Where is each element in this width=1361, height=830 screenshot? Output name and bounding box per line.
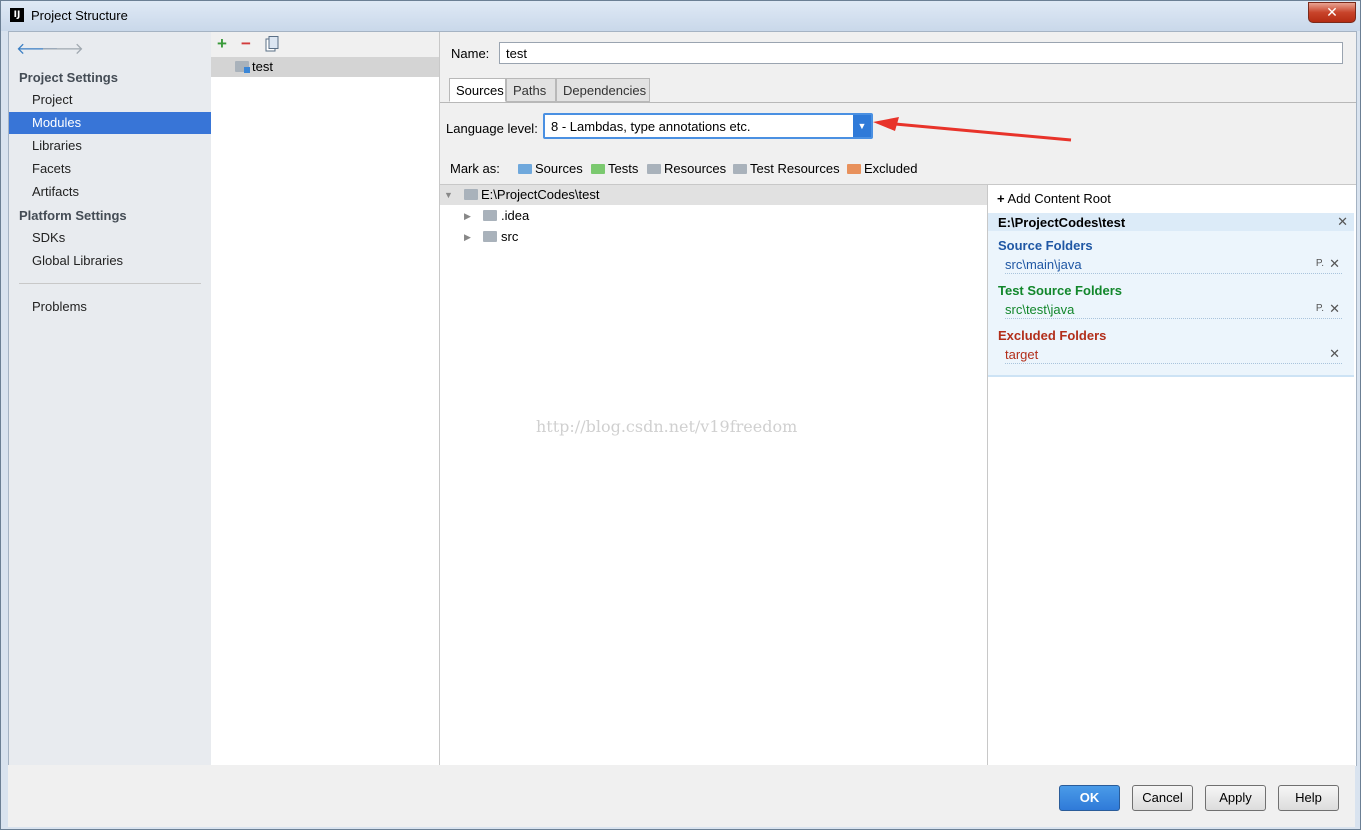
apply-button[interactable]: Apply (1205, 785, 1266, 811)
properties-icon[interactable]: P. (1316, 303, 1324, 314)
collapsed-arrow-icon[interactable]: ▶ (464, 227, 476, 247)
add-module-icon[interactable]: + (217, 34, 227, 54)
project-settings-header: Project Settings (19, 70, 118, 85)
mark-as-test-resources[interactable]: Test Resources (733, 161, 840, 176)
add-content-root-label: Add Content Root (1007, 191, 1111, 206)
help-button[interactable]: Help (1278, 785, 1339, 811)
mark-as-excluded-label: Excluded (864, 161, 918, 176)
content-root-path: E:\ProjectCodes\test (998, 215, 1126, 230)
module-settings-panel: Name: test Sources Paths Dependencies La… (440, 32, 1356, 766)
sidebar-item-project[interactable]: Project (9, 89, 211, 111)
dialog-content: 🡐 🡒 Project Settings Project Modules Lib… (8, 31, 1357, 766)
sources-folder-icon (518, 164, 532, 174)
sidebar-item-facets[interactable]: Facets (9, 158, 211, 180)
module-list-toolbar: + − (211, 32, 439, 57)
test-source-folder-path: src\test\java (1005, 302, 1075, 317)
chevron-down-icon[interactable]: ▼ (853, 115, 871, 137)
tab-paths[interactable]: Paths (506, 78, 556, 102)
dialog-footer: OK Cancel Apply Help (8, 765, 1355, 827)
source-folder-path: src\main\java (1005, 257, 1082, 272)
intellij-app-icon: IJ (10, 8, 24, 22)
tree-row-root[interactable]: ▼ E:\ProjectCodes\test (440, 185, 987, 205)
folder-icon (483, 231, 497, 242)
remove-excluded-folder-icon[interactable]: ✕ (1329, 346, 1340, 362)
expanded-arrow-icon[interactable]: ▼ (444, 185, 456, 205)
content-root-box: E:\ProjectCodes\test ✕ Source Folders sr… (988, 213, 1354, 377)
sidebar-item-problems[interactable]: Problems (9, 296, 211, 318)
module-folder-icon (235, 61, 250, 73)
project-structure-window: IJ Project Structure ✕ 🡐 🡒 Project Setti… (0, 0, 1361, 830)
source-folder-item[interactable]: src\main\java P. ✕ (1005, 256, 1342, 274)
tests-folder-icon (591, 164, 605, 174)
mark-as-tests[interactable]: Tests (591, 161, 638, 176)
remove-module-icon[interactable]: − (241, 34, 251, 54)
sidebar-item-libraries[interactable]: Libraries (9, 135, 211, 157)
test-source-folder-item[interactable]: src\test\java P. ✕ (1005, 301, 1342, 319)
ok-button[interactable]: OK (1059, 785, 1120, 811)
module-item-label: test (252, 59, 273, 74)
tree-row-idea[interactable]: ▶ .idea (440, 206, 987, 226)
sidebar-divider (19, 283, 201, 284)
sidebar-item-artifacts[interactable]: Artifacts (9, 181, 211, 203)
resources-folder-icon (647, 164, 661, 174)
tree-row-src[interactable]: ▶ src (440, 227, 987, 247)
module-name-input[interactable]: test (499, 42, 1343, 64)
mark-as-resources[interactable]: Resources (647, 161, 726, 176)
sidebar-item-global-libraries[interactable]: Global Libraries (9, 250, 211, 272)
remove-test-folder-icon[interactable]: ✕ (1329, 301, 1340, 317)
properties-icon[interactable]: P. (1316, 258, 1324, 269)
folder-icon (464, 189, 478, 200)
tree-root-label: E:\ProjectCodes\test (481, 187, 600, 202)
excluded-folder-icon (847, 164, 861, 174)
excluded-folder-path: target (1005, 347, 1039, 362)
mark-as-resources-label: Resources (664, 161, 727, 176)
module-list-panel: + − test (211, 32, 440, 765)
excluded-folder-item[interactable]: target ✕ (1005, 346, 1342, 364)
plus-icon: + (997, 191, 1005, 206)
language-level-label: Language level: (446, 121, 538, 136)
tab-divider (440, 102, 1356, 103)
tab-sources[interactable]: Sources (449, 78, 506, 102)
mark-as-tests-label: Tests (608, 161, 639, 176)
excluded-folders-title: Excluded Folders (998, 328, 1107, 343)
name-label: Name: (451, 46, 490, 61)
platform-settings-header: Platform Settings (19, 208, 127, 223)
remove-content-root-icon[interactable]: ✕ (1337, 214, 1348, 230)
tab-dependencies[interactable]: Dependencies (556, 78, 650, 102)
mark-as-excluded[interactable]: Excluded (847, 161, 917, 176)
settings-sidebar: 🡐 🡒 Project Settings Project Modules Lib… (9, 32, 212, 765)
collapsed-arrow-icon[interactable]: ▶ (464, 206, 476, 226)
add-content-root-button[interactable]: + Add Content Root (997, 191, 1111, 206)
tree-item-label: .idea (501, 208, 530, 223)
window-title: Project Structure (31, 8, 128, 23)
module-item-test[interactable]: test (211, 57, 439, 77)
source-folders-title: Source Folders (998, 238, 1093, 253)
folder-icon (483, 210, 497, 221)
content-root-header: E:\ProjectCodes\test ✕ (988, 213, 1354, 231)
title-bar: IJ Project Structure ✕ (1, 1, 1360, 31)
content-root-panel: + Add Content Root E:\ProjectCodes\test … (988, 184, 1356, 766)
copy-icon[interactable] (265, 36, 279, 57)
annotation-arrow (873, 117, 1072, 142)
test-resources-folder-icon (733, 164, 747, 174)
sidebar-item-sdks[interactable]: SDKs (9, 227, 211, 249)
remove-source-folder-icon[interactable]: ✕ (1329, 256, 1340, 272)
language-level-value: 8 - Lambdas, type annotations etc. (551, 119, 751, 134)
watermark-text: http://blog.csdn.net/v19freedom (536, 417, 798, 436)
tree-item-label: src (501, 229, 519, 244)
test-source-folders-title: Test Source Folders (998, 283, 1123, 298)
mark-as-label: Mark as: (450, 161, 500, 176)
sidebar-item-modules[interactable]: Modules (9, 112, 211, 134)
mark-as-test-resources-label: Test Resources (750, 161, 840, 176)
language-level-select[interactable]: 8 - Lambdas, type annotations etc. ▼ (543, 113, 873, 139)
content-root-tree: ▼ E:\ProjectCodes\test ▶ .idea ▶ src htt… (440, 184, 988, 766)
mark-as-sources-label: Sources (535, 161, 583, 176)
cancel-button[interactable]: Cancel (1132, 785, 1193, 811)
window-close-button[interactable]: ✕ (1308, 2, 1356, 23)
forward-arrow-icon[interactable]: 🡒 (41, 38, 84, 59)
mark-as-sources[interactable]: Sources (518, 161, 583, 176)
